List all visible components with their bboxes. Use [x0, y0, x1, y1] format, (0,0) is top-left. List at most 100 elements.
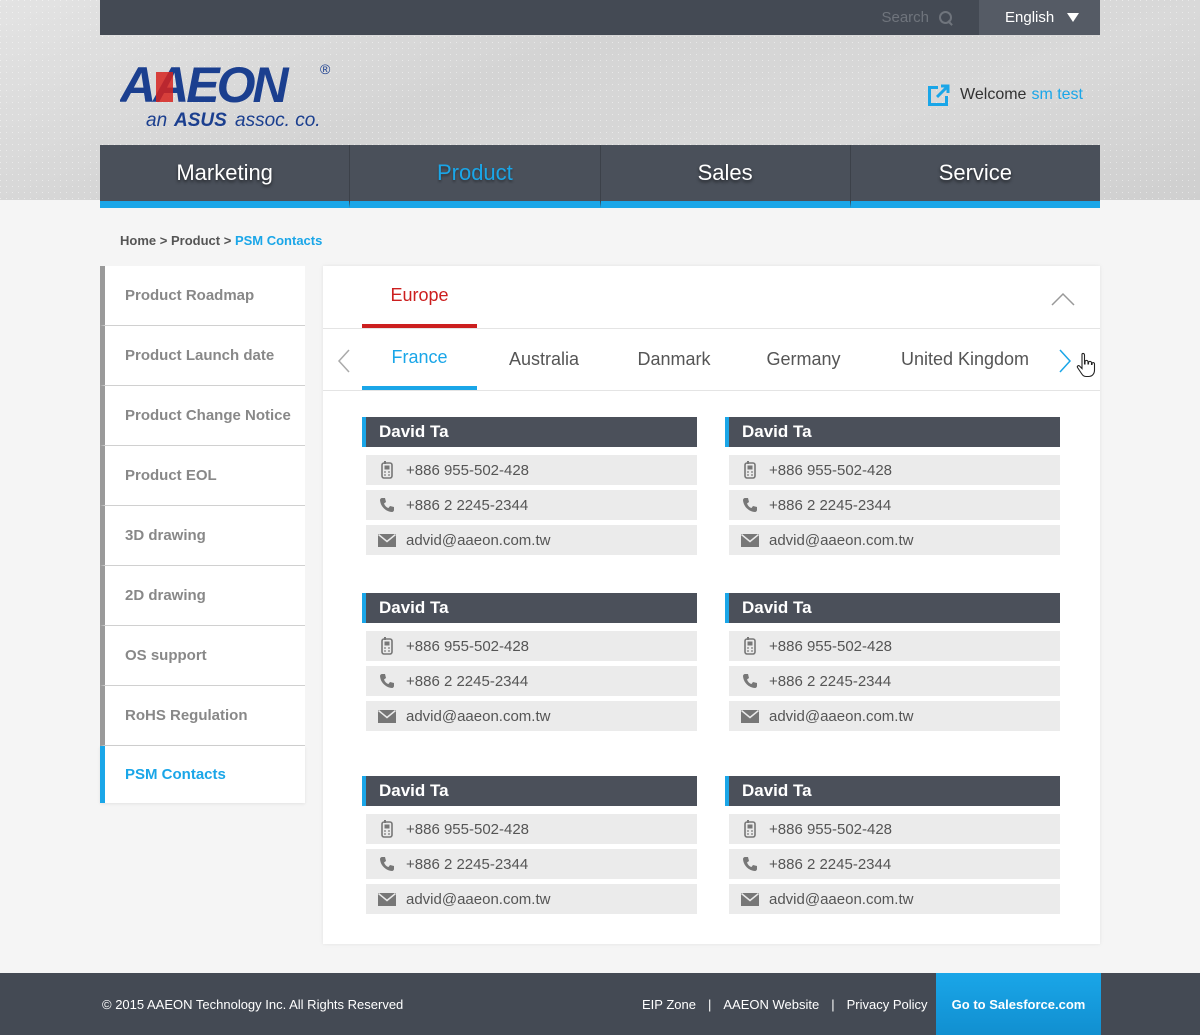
contact-phone[interactable]: +886 2 2245-2344: [406, 673, 528, 690]
contact-name: David Ta: [362, 417, 697, 447]
phone-icon: [378, 496, 396, 514]
contact-email[interactable]: advid@aaeon.com.tw: [769, 532, 913, 549]
mobile-phone-icon: [741, 461, 759, 479]
logo-wordmark: AAEON: [120, 58, 289, 113]
search-box[interactable]: Search: [881, 0, 953, 35]
region-tab-europe[interactable]: Europe: [362, 266, 477, 328]
breadcrumb: Home > Product > PSM Contacts: [120, 233, 322, 248]
contact-name: David Ta: [725, 417, 1060, 447]
phone-icon: [741, 496, 759, 514]
contact-phone[interactable]: +886 2 2245-2344: [769, 497, 891, 514]
contact-email[interactable]: advid@aaeon.com.tw: [769, 891, 913, 908]
sidebar-item-psm-contacts[interactable]: PSM Contacts: [100, 746, 305, 803]
salesforce-button[interactable]: Go to Salesforce.com: [936, 973, 1101, 1035]
contact-email-row: advid@aaeon.com.tw: [729, 884, 1060, 914]
contact-card: David Ta +886 955-502-428 +886 2 2245-2344…: [725, 593, 1060, 731]
contact-mobile[interactable]: +886 955-502-428: [769, 462, 892, 479]
language-select[interactable]: English: [979, 0, 1100, 35]
footer-copyright: © 2015 AAEON Technology Inc. All Rights …: [102, 996, 404, 1012]
country-tabs: France Australia Danmark Germany United …: [323, 329, 1100, 391]
contact-email[interactable]: advid@aaeon.com.tw: [769, 708, 913, 725]
tab-danmark[interactable]: Danmark: [623, 329, 725, 390]
contact-phone[interactable]: +886 2 2245-2344: [769, 856, 891, 873]
breadcrumb-home[interactable]: Home: [120, 233, 156, 248]
sidebar-item-product-roadmap[interactable]: Product Roadmap: [100, 266, 305, 326]
contact-card: David Ta +886 955-502-428 +886 2 2245-2344…: [725, 417, 1060, 555]
mail-icon: [378, 890, 396, 908]
sidebar-item-3d-drawing[interactable]: 3D drawing: [100, 506, 305, 566]
phone-icon: [378, 855, 396, 873]
nav-item-sales[interactable]: Sales: [600, 145, 851, 208]
mail-icon: [741, 531, 759, 549]
contact-mobile[interactable]: +886 955-502-428: [769, 821, 892, 838]
search-placeholder[interactable]: Search: [881, 9, 929, 26]
mobile-phone-icon: [378, 637, 396, 655]
top-bar: Search English: [100, 0, 1100, 35]
tab-germany[interactable]: Germany: [753, 329, 854, 390]
contact-phone-row: +886 2 2245-2344: [729, 666, 1060, 696]
tab-united-kingdom[interactable]: United Kingdom: [885, 329, 1045, 390]
nav-item-service[interactable]: Service: [850, 145, 1100, 208]
contact-phone[interactable]: +886 2 2245-2344: [406, 856, 528, 873]
contact-phone-row: +886 2 2245-2344: [729, 849, 1060, 879]
contact-mobile[interactable]: +886 955-502-428: [406, 821, 529, 838]
contact-mobile-row: +886 955-502-428: [366, 455, 697, 485]
sidebar-item-product-launch-date[interactable]: Product Launch date: [100, 326, 305, 386]
chevron-up-icon[interactable]: [1051, 292, 1075, 306]
contact-email-row: advid@aaeon.com.tw: [366, 884, 697, 914]
contact-name: David Ta: [362, 776, 697, 806]
contact-email[interactable]: advid@aaeon.com.tw: [406, 708, 550, 725]
mail-icon: [378, 707, 396, 725]
contact-name: David Ta: [725, 776, 1060, 806]
aaeon-logo[interactable]: AAEON ® an ASUS assoc. co.: [118, 57, 340, 131]
contact-card: David Ta +886 955-502-428 +886 2 2245-2344…: [362, 776, 697, 914]
logo-sub-prefix: an: [146, 110, 167, 130]
mobile-phone-icon: [378, 820, 396, 838]
sidebar-item-os-support[interactable]: OS support: [100, 626, 305, 686]
sidebar-item-2d-drawing[interactable]: 2D drawing: [100, 566, 305, 626]
chevron-left-icon[interactable]: [336, 349, 352, 373]
contact-email-row: advid@aaeon.com.tw: [366, 525, 697, 555]
main-nav: Marketing Product Sales Service: [100, 145, 1100, 208]
contact-email[interactable]: advid@aaeon.com.tw: [406, 532, 550, 549]
welcome-label: Welcome: [960, 86, 1027, 103]
breadcrumb-product[interactable]: Product: [171, 233, 220, 248]
sidebar-item-product-change-notice[interactable]: Product Change Notice: [100, 386, 305, 446]
chevron-right-icon[interactable]: [1057, 349, 1073, 373]
mail-icon: [378, 531, 396, 549]
contacts-panel: Europe France Australia Danmark Germany …: [323, 266, 1100, 944]
nav-item-product[interactable]: Product: [350, 145, 601, 208]
mobile-phone-icon: [741, 637, 759, 655]
logo-registered: ®: [320, 61, 331, 77]
breadcrumb-current: PSM Contacts: [234, 233, 323, 248]
contact-card: David Ta +886 955-502-428 +886 2 2245-2344…: [725, 776, 1060, 914]
contact-phone[interactable]: +886 2 2245-2344: [769, 673, 891, 690]
footer-link-privacy-policy[interactable]: Privacy Policy: [847, 997, 928, 1012]
search-icon[interactable]: [939, 10, 953, 25]
sidebar-item-product-eol[interactable]: Product EOL: [100, 446, 305, 506]
sidebar: Product Roadmap Product Launch date Prod…: [100, 266, 305, 803]
welcome-area: Welcome sm test: [928, 84, 1083, 106]
contact-email[interactable]: advid@aaeon.com.tw: [406, 891, 550, 908]
external-link-icon[interactable]: [928, 84, 951, 106]
footer-link-eip-zone[interactable]: EIP Zone: [642, 997, 696, 1012]
footer-link-aaeon-website[interactable]: AAEON Website: [723, 997, 819, 1012]
mobile-phone-icon: [741, 820, 759, 838]
phone-icon: [741, 855, 759, 873]
contact-phone[interactable]: +886 2 2245-2344: [406, 497, 528, 514]
tab-australia[interactable]: Australia: [494, 329, 594, 390]
contact-mobile[interactable]: +886 955-502-428: [406, 638, 529, 655]
footer-link-sep: |: [831, 996, 835, 1012]
contact-mobile[interactable]: +886 955-502-428: [406, 462, 529, 479]
user-name[interactable]: sm test: [1031, 86, 1083, 104]
contact-email-row: advid@aaeon.com.tw: [729, 525, 1060, 555]
nav-item-marketing[interactable]: Marketing: [100, 145, 351, 208]
contact-email-row: advid@aaeon.com.tw: [366, 701, 697, 731]
pointer-cursor-icon: [1076, 352, 1096, 378]
tab-france[interactable]: France: [362, 329, 477, 390]
breadcrumb-sep: >: [159, 233, 168, 248]
contact-phone-row: +886 2 2245-2344: [729, 490, 1060, 520]
sidebar-item-rohs-regulation[interactable]: RoHS Regulation: [100, 686, 305, 746]
contact-mobile[interactable]: +886 955-502-428: [769, 638, 892, 655]
contact-card: David Ta +886 955-502-428 +886 2 2245-2344…: [362, 417, 697, 555]
